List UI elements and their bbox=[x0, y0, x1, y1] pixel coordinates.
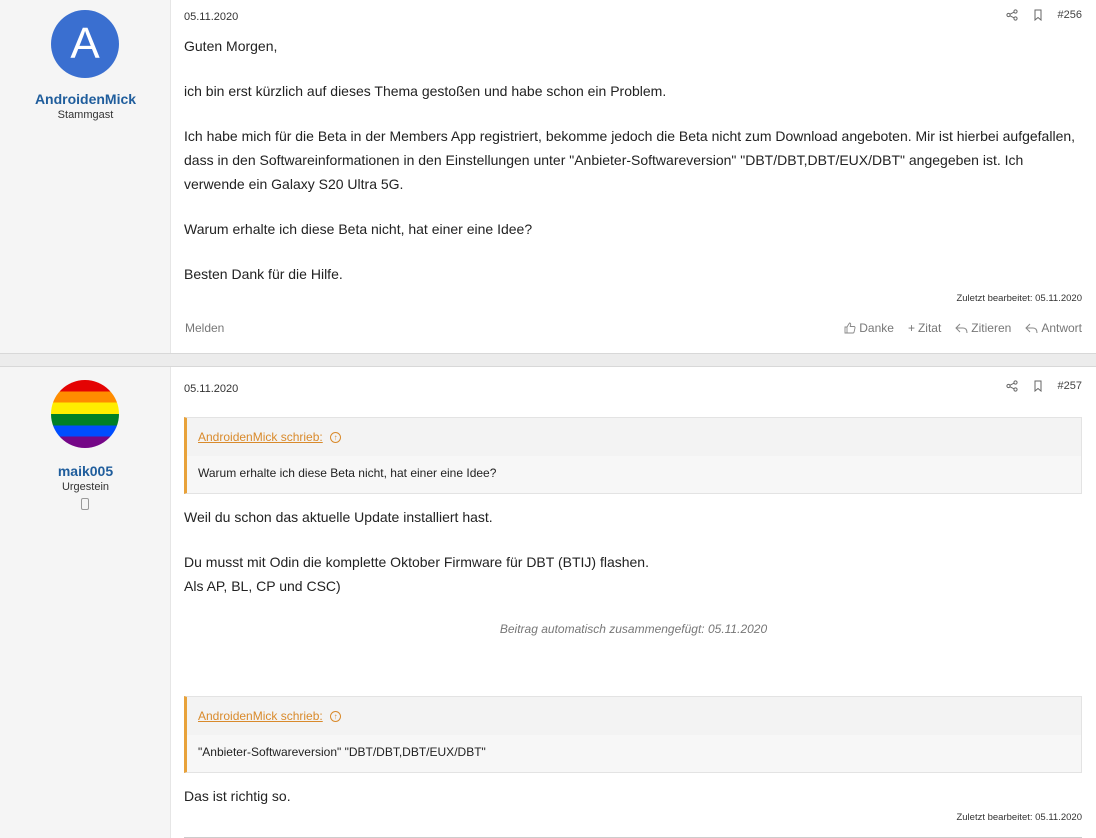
like-button[interactable]: Danke bbox=[844, 321, 894, 335]
post-body: Weil du schon das aktuelle Update instal… bbox=[184, 505, 1082, 598]
user-title: Urgestein bbox=[61, 481, 110, 493]
post-actions: Danke + Zitat Zitieren Antwort bbox=[844, 321, 1082, 335]
jump-to-quote-icon[interactable]: ↑ bbox=[330, 711, 342, 723]
like-label: Danke bbox=[859, 321, 894, 335]
quote-header: AndroidenMick schrieb: ↑ bbox=[187, 697, 1081, 735]
post-paragraph: Besten Dank für die Hilfe. bbox=[184, 266, 343, 282]
post-paragraph: Das ist richtig so. bbox=[184, 788, 291, 804]
username[interactable]: AndroidenMick bbox=[0, 91, 171, 107]
username[interactable]: maik005 bbox=[0, 463, 171, 479]
quote-text: Warum erhalte ich diese Beta nicht, hat … bbox=[187, 456, 1081, 493]
jump-to-quote-icon[interactable]: ↑ bbox=[330, 432, 342, 444]
post-paragraph: Warum erhalte ich diese Beta nicht, hat … bbox=[184, 221, 533, 237]
phone-icon bbox=[81, 498, 89, 510]
post-paragraph: ich bin erst kürzlich auf dieses Thema g… bbox=[184, 83, 667, 99]
post-257: maik005 Urgestein 05.11.2020 #257 Androi… bbox=[0, 366, 1096, 838]
multiquote-button[interactable]: Zitieren bbox=[955, 321, 1011, 335]
post-paragraph: Als AP, BL, CP und CSC) bbox=[184, 578, 341, 594]
last-edited: Zuletzt bearbeitet: 05.11.2020 bbox=[956, 293, 1082, 304]
post-256: A AndroidenMick Stammgast 05.11.2020 #25… bbox=[0, 0, 1096, 354]
post-date[interactable]: 05.11.2020 bbox=[184, 11, 238, 23]
avatar[interactable]: A bbox=[51, 10, 119, 78]
post-body: Das ist richtig so. bbox=[184, 784, 1082, 808]
report-link[interactable]: Melden bbox=[185, 321, 224, 335]
merged-note: Beitrag automatisch zusammengefügt: 05.1… bbox=[499, 622, 768, 636]
quote-text: "Anbieter-Softwareversion" "DBT/DBT,DBT/… bbox=[187, 735, 1081, 772]
reply-arrow-icon bbox=[955, 323, 968, 333]
post-paragraph: Du musst mit Odin die komplette Oktober … bbox=[184, 554, 649, 570]
quote-block: AndroidenMick schrieb: ↑ Warum erhalte i… bbox=[184, 417, 1082, 494]
post-number[interactable]: #256 bbox=[1058, 9, 1082, 21]
post-footer: Melden Danke + Zitat Zitieren Antwort bbox=[185, 321, 1082, 341]
post-paragraph: Weil du schon das aktuelle Update instal… bbox=[184, 509, 493, 525]
user-title: Stammgast bbox=[57, 109, 114, 121]
plus-icon: + bbox=[907, 321, 915, 335]
quote-header: AndroidenMick schrieb: ↑ bbox=[187, 418, 1081, 456]
quote-label: Zitat bbox=[917, 321, 942, 335]
share-icon[interactable] bbox=[1005, 380, 1018, 392]
post-date[interactable]: 05.11.2020 bbox=[184, 383, 238, 395]
multiquote-label: Zitieren bbox=[971, 321, 1012, 335]
reply-label: Antwort bbox=[1041, 321, 1082, 335]
bookmark-icon[interactable] bbox=[1032, 380, 1044, 393]
share-icon[interactable] bbox=[1005, 9, 1018, 21]
reply-button[interactable]: Antwort bbox=[1025, 321, 1082, 335]
post-separator bbox=[0, 354, 1096, 366]
bookmark-icon[interactable] bbox=[1032, 9, 1044, 22]
post-body: Guten Morgen, ich bin erst kürzlich auf … bbox=[184, 34, 1082, 286]
post-number[interactable]: #257 bbox=[1058, 380, 1082, 392]
post-user-info: maik005 Urgestein bbox=[0, 367, 171, 838]
quote-author-link[interactable]: AndroidenMick schrieb: bbox=[198, 430, 323, 444]
post-content: 05.11.2020 #256 Guten Morgen, ich bin er… bbox=[171, 0, 1096, 353]
thumbs-up-icon bbox=[844, 322, 856, 334]
post-user-info: A AndroidenMick Stammgast bbox=[0, 0, 171, 353]
last-edited: Zuletzt bearbeitet: 05.11.2020 bbox=[956, 812, 1082, 823]
post-header-actions: #256 bbox=[1005, 9, 1082, 22]
quote-button[interactable]: + Zitat bbox=[908, 321, 941, 335]
reply-icon bbox=[1025, 323, 1038, 333]
quote-block: AndroidenMick schrieb: ↑ "Anbieter-Softw… bbox=[184, 696, 1082, 773]
avatar[interactable] bbox=[51, 380, 119, 448]
post-content: 05.11.2020 #257 AndroidenMick schrieb: ↑… bbox=[171, 367, 1096, 838]
post-paragraph: Ich habe mich für die Beta in der Member… bbox=[184, 128, 1076, 192]
post-paragraph: Guten Morgen, bbox=[184, 38, 278, 54]
post-header-actions: #257 bbox=[1005, 380, 1082, 393]
quote-author-link[interactable]: AndroidenMick schrieb: bbox=[198, 709, 323, 723]
